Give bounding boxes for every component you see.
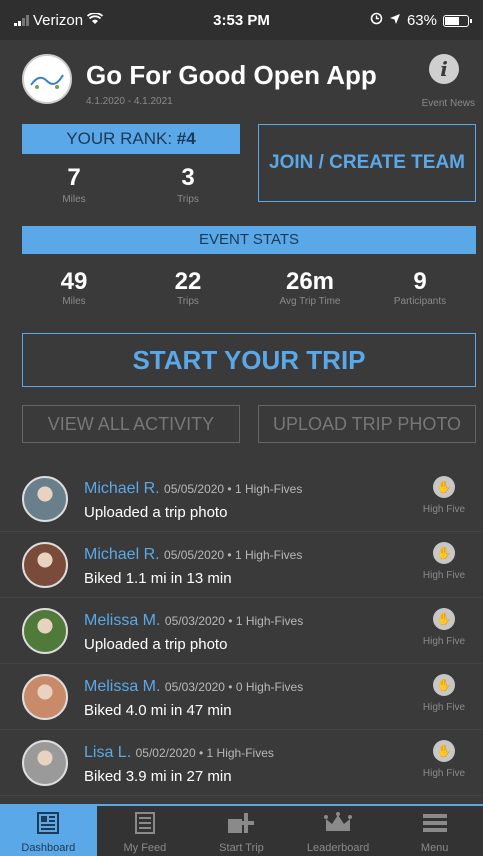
tab-label: Dashboard <box>21 842 76 854</box>
high-five-icon[interactable]: ✋ <box>433 542 455 564</box>
high-five-label[interactable]: High Five <box>413 702 475 713</box>
avatar[interactable] <box>22 608 68 654</box>
dashboard-icon <box>36 811 60 838</box>
high-five-icon[interactable]: ✋ <box>433 476 455 498</box>
feed-meta: 05/03/2020 • 0 High-Fives <box>164 680 304 694</box>
battery-icon <box>443 14 472 27</box>
tab-my-feed[interactable]: My Feed <box>97 806 194 856</box>
high-five-label[interactable]: High Five <box>413 570 475 581</box>
location-icon <box>389 12 401 29</box>
tab-leaderboard[interactable]: Leaderboard <box>290 806 387 856</box>
tab-dashboard[interactable]: Dashboard <box>0 806 97 856</box>
view-all-activity-button[interactable]: VIEW ALL ACTIVITY <box>22 405 240 443</box>
my-miles-value: 7 <box>67 164 81 191</box>
rank-banner: YOUR RANK: #4 <box>22 124 240 154</box>
start-trip-icon <box>226 811 256 838</box>
high-five-icon[interactable]: ✋ <box>433 740 455 762</box>
feed-meta: 05/05/2020 • 1 High-Fives <box>164 548 303 562</box>
avatar[interactable] <box>22 476 68 522</box>
feed-user-name[interactable]: Michael R. <box>84 546 160 563</box>
my-trips-value: 3 <box>181 164 195 191</box>
upload-trip-photo-button[interactable]: UPLOAD TRIP PHOTO <box>258 405 476 443</box>
feed-meta: 05/02/2020 • 1 High-Fives <box>135 746 274 760</box>
event-trips-label: Trips <box>177 296 199 307</box>
high-five-label[interactable]: High Five <box>413 504 475 515</box>
feed-user-name[interactable]: Lisa L. <box>84 744 131 761</box>
feed-meta: 05/05/2020 • 1 High-Fives <box>164 482 303 496</box>
event-stats-header: EVENT STATS <box>22 226 476 254</box>
rank-value: #4 <box>176 129 196 148</box>
feed-user-name[interactable]: Melissa M. <box>84 612 160 629</box>
event-logo <box>22 54 72 104</box>
feed-meta: 05/03/2020 • 1 High-Fives <box>164 614 304 628</box>
feed-item[interactable]: Melissa M. 05/03/2020 • 1 High-Fives Upl… <box>0 598 483 664</box>
avatar[interactable] <box>22 674 68 720</box>
tab-menu[interactable]: Menu <box>386 806 483 856</box>
tab-label: Start Trip <box>219 842 264 854</box>
tab-start-trip[interactable]: Start Trip <box>193 806 290 856</box>
avatar[interactable] <box>22 542 68 588</box>
menu-icon <box>421 811 449 838</box>
high-five-label[interactable]: High Five <box>413 768 475 779</box>
feed-activity-text: Uploaded a trip photo <box>84 504 228 521</box>
info-icon[interactable]: i <box>429 54 459 84</box>
tab-label: Menu <box>420 842 449 854</box>
event-header: Go For Good Open App 4.1.2020 - 4.1.2021… <box>0 44 483 116</box>
high-five-icon[interactable]: ✋ <box>433 674 455 696</box>
status-bar: Verizon 3:53 PM 63% <box>0 0 483 40</box>
high-five-label[interactable]: High Five <box>413 636 475 647</box>
my-miles-label: Miles <box>62 194 86 205</box>
event-news-label[interactable]: Event News <box>422 98 475 109</box>
feed-item[interactable]: Michael R. 05/05/2020 • 1 High-Fives Upl… <box>0 466 483 532</box>
battery-fill <box>445 16 459 25</box>
feed-item[interactable]: Michael R. 05/05/2020 • 1 High-Fives Bik… <box>0 532 483 598</box>
rank-label: YOUR RANK: <box>66 129 173 148</box>
event-participants-label: Participants <box>393 296 447 307</box>
event-participants-value: 9 <box>413 268 427 295</box>
crown-icon <box>323 811 353 838</box>
tab-label: Leaderboard <box>306 842 370 854</box>
event-dates: 4.1.2020 - 4.1.2021 <box>86 96 173 107</box>
join-create-team-button[interactable]: JOIN / CREATE TEAM <box>258 124 476 202</box>
battery-percent: 63% <box>406 12 437 29</box>
alarm-icon <box>370 12 383 29</box>
feed-activity-text: Biked 4.0 mi in 47 min <box>84 702 232 719</box>
high-five-icon[interactable]: ✋ <box>433 608 455 630</box>
event-trips-value: 22 <box>174 268 202 295</box>
feed-item[interactable]: Melissa M. 05/03/2020 • 0 High-Fives Bik… <box>0 664 483 730</box>
feed-icon <box>133 811 157 838</box>
tab-label: My Feed <box>123 842 167 854</box>
avatar[interactable] <box>22 740 68 786</box>
feed-item[interactable]: Lisa L. 05/02/2020 • 1 High-Fives Biked … <box>0 730 483 796</box>
feed-activity-text: Biked 3.9 mi in 27 min <box>84 768 232 785</box>
feed-activity-text: Biked 1.1 mi in 13 min <box>84 570 232 587</box>
page-title: Go For Good Open App <box>86 60 377 90</box>
feed-user-name[interactable]: Michael R. <box>84 480 160 497</box>
start-trip-button[interactable]: START YOUR TRIP <box>22 333 476 387</box>
my-trips-label: Trips <box>177 194 199 205</box>
event-avg-time-value: 26m <box>285 268 335 295</box>
event-miles-label: Miles <box>62 296 86 307</box>
bottom-tab-bar: Dashboard My Feed Start Trip Leaderboard… <box>0 804 483 856</box>
event-miles-value: 49 <box>60 268 88 295</box>
feed-activity-text: Uploaded a trip photo <box>84 636 228 653</box>
event-avg-time-label: Avg Trip Time <box>279 296 341 307</box>
feed-user-name[interactable]: Melissa M. <box>84 678 160 695</box>
